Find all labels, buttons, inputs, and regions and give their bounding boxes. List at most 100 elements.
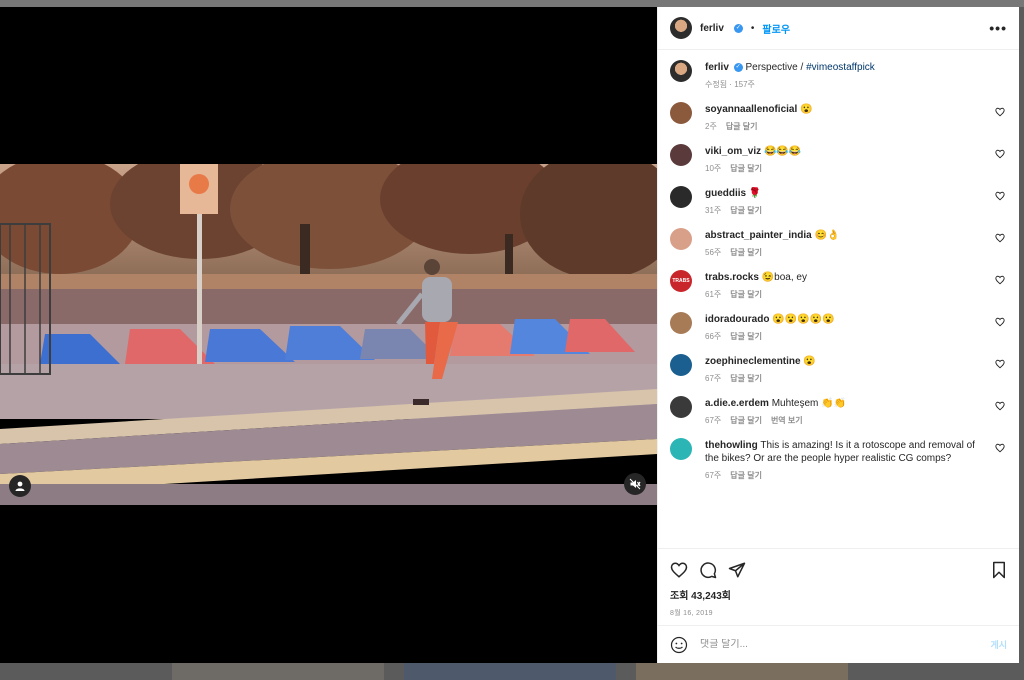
- author-avatar[interactable]: [670, 60, 692, 82]
- comment-like-heart-icon[interactable]: [995, 401, 1005, 411]
- comment-item: abstract_painter_india 😊👌 56주 답글 달기: [670, 228, 1007, 258]
- comment-item: a.die.e.erdem Muhteşem 👏👏 67주 답글 달기 번역 보…: [670, 396, 1007, 426]
- commenter-avatar[interactable]: [670, 312, 692, 334]
- comment-text: 😮: [803, 356, 816, 367]
- comment-text: 😂😂😂: [763, 146, 802, 157]
- side-panel: ferliv ✓ • 팔로우 ••• ferliv ✓ Perspective …: [657, 7, 1019, 663]
- caption: ferliv ✓ Perspective / #vimeostaffpick 수…: [670, 60, 1007, 90]
- author-avatar[interactable]: [670, 17, 692, 39]
- commenter-avatar[interactable]: [670, 186, 692, 208]
- caption-hashtag[interactable]: #vimeostaffpick: [806, 62, 875, 73]
- comment-time[interactable]: 56주: [705, 247, 721, 258]
- video-player[interactable]: [0, 164, 657, 505]
- reply-button[interactable]: 답글 달기: [726, 121, 758, 132]
- reply-button[interactable]: 답글 달기: [730, 247, 762, 258]
- comment-text: 😊👌: [814, 230, 840, 241]
- more-options-icon[interactable]: •••: [989, 20, 1007, 36]
- commenter-avatar[interactable]: TRABS: [670, 270, 692, 292]
- separator-dot: •: [750, 22, 755, 34]
- comment-text: Muhteşem 👏👏: [771, 398, 847, 409]
- comment-item: gueddiis 🌹 31주 답글 달기: [670, 186, 1007, 216]
- comment-text: 🌹: [748, 188, 762, 199]
- follow-button[interactable]: 팔로우: [762, 21, 790, 36]
- post-date: 8월 16, 2019: [670, 610, 713, 617]
- comment-text: 😉boa, ey: [761, 272, 807, 283]
- post-comment-button[interactable]: 게시: [990, 638, 1007, 651]
- tag-user-button[interactable]: [9, 475, 31, 497]
- caption-text: Perspective /: [745, 62, 807, 73]
- commenter-username[interactable]: thehowling: [705, 440, 758, 451]
- comment-time[interactable]: 67주: [705, 373, 721, 384]
- comment-input[interactable]: [700, 639, 979, 650]
- background-thumbnail: [172, 663, 384, 680]
- view-count[interactable]: 조회 43,243회: [670, 587, 1007, 602]
- comment-like-heart-icon[interactable]: [995, 275, 1005, 285]
- background-thumbnail: [404, 663, 616, 680]
- comment-time[interactable]: 66주: [705, 331, 721, 342]
- comment-item: idoradourado 😮😮😮😮😮 66주 답글 달기: [670, 312, 1007, 342]
- add-comment-bar: 게시: [658, 625, 1019, 663]
- comment-item: soyannaallenoficial 😮 2주 답글 달기: [670, 102, 1007, 132]
- comment-like-heart-icon[interactable]: [995, 191, 1005, 201]
- reply-button[interactable]: 답글 달기: [730, 373, 762, 384]
- commenter-username[interactable]: soyannaallenoficial: [705, 104, 797, 115]
- post-modal: ferliv ✓ • 팔로우 ••• ferliv ✓ Perspective …: [0, 7, 1019, 663]
- media-area: [0, 7, 657, 663]
- comment-icon[interactable]: [699, 561, 717, 579]
- commenter-username[interactable]: zoephineclementine: [705, 356, 801, 367]
- commenter-username[interactable]: trabs.rocks: [705, 272, 759, 283]
- post-actions: 조회 43,243회 8월 16, 2019 게시: [658, 548, 1019, 663]
- reply-button[interactable]: 답글 달기: [730, 470, 762, 481]
- reply-button[interactable]: 답글 달기: [730, 331, 762, 342]
- comment-item: viki_om_viz 😂😂😂 10주 답글 달기: [670, 144, 1007, 174]
- commenter-avatar[interactable]: [670, 102, 692, 124]
- caption-username[interactable]: ferliv: [705, 62, 729, 73]
- translate-button[interactable]: 번역 보기: [771, 415, 803, 426]
- commenter-username[interactable]: gueddiis: [705, 188, 746, 199]
- commenter-avatar[interactable]: [670, 438, 692, 460]
- comment-like-heart-icon[interactable]: [995, 149, 1005, 159]
- background-thumbnail: [636, 663, 848, 680]
- comment-time[interactable]: 2주: [705, 121, 717, 132]
- mute-button[interactable]: [624, 473, 646, 495]
- author-username[interactable]: ferliv: [700, 23, 724, 34]
- comment-time[interactable]: 67주: [705, 470, 721, 481]
- post-header: ferliv ✓ • 팔로우 •••: [658, 7, 1019, 50]
- emoji-icon[interactable]: [670, 636, 688, 654]
- comment-item: thehowling This is amazing! Is it a roto…: [670, 438, 1007, 481]
- comment-like-heart-icon[interactable]: [995, 359, 1005, 369]
- commenter-avatar[interactable]: [670, 144, 692, 166]
- comments-list[interactable]: ferliv ✓ Perspective / #vimeostaffpick 수…: [658, 50, 1019, 548]
- user-icon: [15, 481, 25, 491]
- verified-badge-icon: ✓: [733, 62, 743, 72]
- comment-like-heart-icon[interactable]: [995, 443, 1005, 453]
- reply-button[interactable]: 답글 달기: [730, 205, 762, 216]
- comment-item: TRABS trabs.rocks 😉boa, ey 61주 답글 달기: [670, 270, 1007, 300]
- commenter-username[interactable]: idoradourado: [705, 314, 769, 325]
- commenter-avatar[interactable]: [670, 228, 692, 250]
- comment-time[interactable]: 31주: [705, 205, 721, 216]
- bookmark-icon[interactable]: [991, 561, 1007, 579]
- reply-button[interactable]: 답글 달기: [730, 289, 762, 300]
- comment-item: zoephineclementine 😮 67주 답글 달기: [670, 354, 1007, 384]
- comment-time[interactable]: 61주: [705, 289, 721, 300]
- commenter-username[interactable]: viki_om_viz: [705, 146, 761, 157]
- commenter-avatar[interactable]: [670, 396, 692, 418]
- commenter-username[interactable]: abstract_painter_india: [705, 230, 812, 241]
- video-frame: [0, 164, 657, 505]
- reply-button[interactable]: 답글 달기: [730, 415, 762, 426]
- comment-like-heart-icon[interactable]: [995, 233, 1005, 243]
- verified-badge-icon: ✓: [733, 23, 743, 33]
- comment-like-heart-icon[interactable]: [995, 317, 1005, 327]
- reply-button[interactable]: 답글 달기: [730, 163, 762, 174]
- send-icon[interactable]: [728, 561, 746, 579]
- comment-time[interactable]: 67주: [705, 415, 721, 426]
- comment-text: 😮😮😮😮😮: [772, 314, 835, 325]
- commenter-username[interactable]: a.die.e.erdem: [705, 398, 769, 409]
- comment-like-heart-icon[interactable]: [995, 107, 1005, 117]
- heart-icon[interactable]: [670, 561, 688, 579]
- comment-time[interactable]: 10주: [705, 163, 721, 174]
- background-top-strip: [0, 0, 1024, 7]
- comment-text: 😮: [800, 104, 813, 115]
- commenter-avatar[interactable]: [670, 354, 692, 376]
